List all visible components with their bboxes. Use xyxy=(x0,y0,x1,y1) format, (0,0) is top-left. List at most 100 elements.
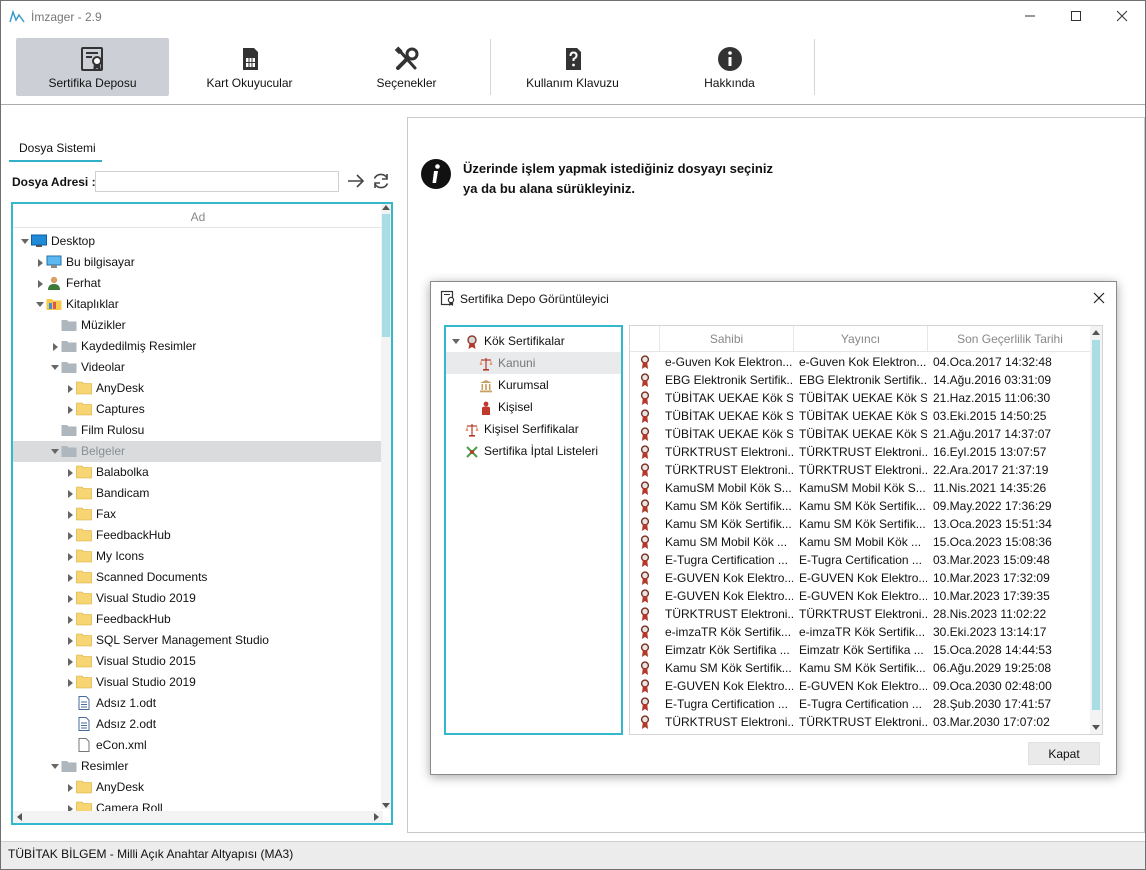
collapse-arrow-icon[interactable] xyxy=(68,595,73,603)
table-row[interactable]: Kamu SM Kök Sertifik... Kamu SM Kök Serti… xyxy=(630,497,1090,515)
column-header-issuer[interactable]: Yayıncı xyxy=(794,326,928,352)
certificate-category-tree[interactable]: Kök Sertifikalar Kanuni Kurumsal Kişisel Kiş… xyxy=(444,325,623,735)
refresh-icon[interactable] xyxy=(371,171,391,191)
collapse-arrow-icon[interactable] xyxy=(68,553,73,561)
certificate-table[interactable]: Sahibi Yayıncı Son Geçerlilik Tarihi e-G… xyxy=(629,325,1103,735)
collapse-arrow-icon[interactable] xyxy=(68,385,73,393)
tree-item[interactable]: Visual Studio 2015 xyxy=(13,651,383,672)
collapse-arrow-icon[interactable] xyxy=(68,616,73,624)
tree-item[interactable]: Resimler xyxy=(13,756,383,777)
tree-item[interactable]: Müzikler xyxy=(13,315,383,336)
scroll-down-icon[interactable] xyxy=(1092,725,1100,730)
ribbon-certificate-store-button[interactable]: Sertifika Deposu xyxy=(16,38,169,96)
tree-item[interactable]: SQL Server Management Studio xyxy=(13,630,383,651)
scroll-left-icon[interactable] xyxy=(17,813,22,821)
tree-item[interactable]: Desktop xyxy=(13,231,383,252)
expand-arrow-icon[interactable] xyxy=(21,239,29,244)
table-row[interactable]: e-Guven Kok Elektron... e-Guven Kok Elekt… xyxy=(630,353,1090,371)
expand-arrow-icon[interactable] xyxy=(51,764,59,769)
tree-item[interactable]: Belgeler xyxy=(13,441,383,462)
table-row[interactable]: e-imzaTR Kök Sertifik... e-imzaTR Kök Ser… xyxy=(630,623,1090,641)
column-header-expiry[interactable]: Son Geçerlilik Tarihi xyxy=(928,326,1092,352)
tree-item[interactable]: eCon.xml xyxy=(13,735,383,756)
scroll-up-icon[interactable] xyxy=(1092,330,1100,335)
tree-item[interactable]: Adsız 2.odt xyxy=(13,714,383,735)
tree-item[interactable]: Scanned Documents xyxy=(13,567,383,588)
category-item[interactable]: Kanuni xyxy=(446,352,621,374)
collapse-arrow-icon[interactable] xyxy=(53,343,58,351)
collapse-arrow-icon[interactable] xyxy=(38,280,43,288)
tree-item[interactable]: My Icons xyxy=(13,546,383,567)
file-tree[interactable]: Ad Desktop Bu bilgisayar Ferhat Kitaplıklar… xyxy=(11,202,393,825)
tree-item[interactable]: Adsız 1.odt xyxy=(13,693,383,714)
close-button[interactable]: Kapat xyxy=(1028,742,1100,765)
table-row[interactable]: E-GUVEN Kok Elektro... E-GUVEN Kok Elektr… xyxy=(630,587,1090,605)
category-item[interactable]: Kök Sertifikalar xyxy=(446,330,621,352)
collapse-arrow-icon[interactable] xyxy=(68,658,73,666)
tree-item[interactable]: Visual Studio 2019 xyxy=(13,672,383,693)
tree-item[interactable]: Captures xyxy=(13,399,383,420)
tree-item[interactable]: Fax xyxy=(13,504,383,525)
table-vertical-scrollbar[interactable] xyxy=(1090,326,1102,734)
expand-arrow-icon[interactable] xyxy=(452,339,460,344)
collapse-arrow-icon[interactable] xyxy=(68,406,73,414)
table-row[interactable]: TÜRKTRUST Elektroni... TÜRKTRUST Elektron… xyxy=(630,713,1090,731)
table-row[interactable]: TÜBİTAK UEKAE Kök S... TÜBİTAK UEKAE Kök … xyxy=(630,389,1090,407)
tree-item[interactable]: Kitaplıklar xyxy=(13,294,383,315)
expand-arrow-icon[interactable] xyxy=(51,365,59,370)
maximize-button[interactable] xyxy=(1053,1,1099,31)
category-item[interactable]: Kişisel Serfifikalar xyxy=(446,418,621,440)
collapse-arrow-icon[interactable] xyxy=(68,490,73,498)
tree-horizontal-scrollbar[interactable] xyxy=(13,811,383,823)
tree-item[interactable]: Bu bilgisayar xyxy=(13,252,383,273)
table-row[interactable]: TÜBİTAK UEKAE Kök S... TÜBİTAK UEKAE Kök … xyxy=(630,425,1090,443)
table-row[interactable]: Eimzatr Kök Sertifika ... Eimzatr Kök Ser… xyxy=(630,641,1090,659)
minimize-button[interactable] xyxy=(1007,1,1053,31)
collapse-arrow-icon[interactable] xyxy=(68,574,73,582)
category-item[interactable]: Kişisel xyxy=(446,396,621,418)
scroll-thumb[interactable] xyxy=(382,214,390,337)
scroll-down-icon[interactable] xyxy=(382,803,390,808)
tree-item[interactable]: Balabolka xyxy=(13,462,383,483)
tree-item[interactable]: Videolar xyxy=(13,357,383,378)
tree-item[interactable]: FeedbackHub xyxy=(13,525,383,546)
table-row[interactable]: E-GUVEN Kok Elektro... E-GUVEN Kok Elektr… xyxy=(630,569,1090,587)
table-row[interactable]: TÜBİTAK UEKAE Kök S... TÜBİTAK UEKAE Kök … xyxy=(630,407,1090,425)
expand-arrow-icon[interactable] xyxy=(36,302,44,307)
tree-item[interactable]: Film Rulosu xyxy=(13,420,383,441)
tree-item[interactable]: AnyDesk xyxy=(13,378,383,399)
tab-file-system[interactable]: Dosya Sistemi xyxy=(9,132,102,162)
ribbon-user-guide-button[interactable]: Kullanım Klavuzu xyxy=(496,38,649,96)
table-row[interactable]: Kamu SM Kök Sertifik... Kamu SM Kök Serti… xyxy=(630,515,1090,533)
dialog-close-button[interactable] xyxy=(1087,287,1111,309)
tree-item[interactable]: Bandicam xyxy=(13,483,383,504)
table-row[interactable]: E-Tugra Certification ... E-Tugra Certifi… xyxy=(630,695,1090,713)
expand-arrow-icon[interactable] xyxy=(51,449,59,454)
ribbon-card-readers-button[interactable]: Kart Okuyucular xyxy=(173,38,326,96)
collapse-arrow-icon[interactable] xyxy=(68,469,73,477)
tree-item[interactable]: Ferhat xyxy=(13,273,383,294)
tree-item[interactable]: FeedbackHub xyxy=(13,609,383,630)
tree-item[interactable]: AnyDesk xyxy=(13,777,383,798)
category-item[interactable]: Kurumsal xyxy=(446,374,621,396)
table-row[interactable]: TÜRKTRUST Elektroni... TÜRKTRUST Elektron… xyxy=(630,605,1090,623)
column-header-owner[interactable]: Sahibi xyxy=(660,326,794,352)
table-row[interactable]: E-Tugra Certification ... E-Tugra Certifi… xyxy=(630,551,1090,569)
close-window-button[interactable] xyxy=(1099,1,1145,31)
collapse-arrow-icon[interactable] xyxy=(68,511,73,519)
table-row[interactable]: E-GUVEN Kok Elektro... E-GUVEN Kok Elektr… xyxy=(630,677,1090,695)
scroll-thumb[interactable] xyxy=(1092,340,1100,710)
tree-column-header[interactable]: Ad xyxy=(13,204,383,228)
tree-item[interactable]: Kaydedilmiş Resimler xyxy=(13,336,383,357)
table-row[interactable]: TÜRKTRUST Elektroni... TÜRKTRUST Elektron… xyxy=(630,461,1090,479)
tree-item[interactable]: Visual Studio 2019 xyxy=(13,588,383,609)
collapse-arrow-icon[interactable] xyxy=(68,784,73,792)
collapse-arrow-icon[interactable] xyxy=(38,259,43,267)
table-row[interactable]: EBG Elektronik Sertifik... EBG Elektronik… xyxy=(630,371,1090,389)
ribbon-options-button[interactable]: Seçenekler xyxy=(330,38,483,96)
collapse-arrow-icon[interactable] xyxy=(68,679,73,687)
scroll-up-icon[interactable] xyxy=(382,205,390,210)
address-input[interactable] xyxy=(95,171,339,192)
table-row[interactable]: KamuSM Mobil Kök S... KamuSM Mobil Kök S.… xyxy=(630,479,1090,497)
tree-vertical-scrollbar[interactable] xyxy=(381,204,391,809)
